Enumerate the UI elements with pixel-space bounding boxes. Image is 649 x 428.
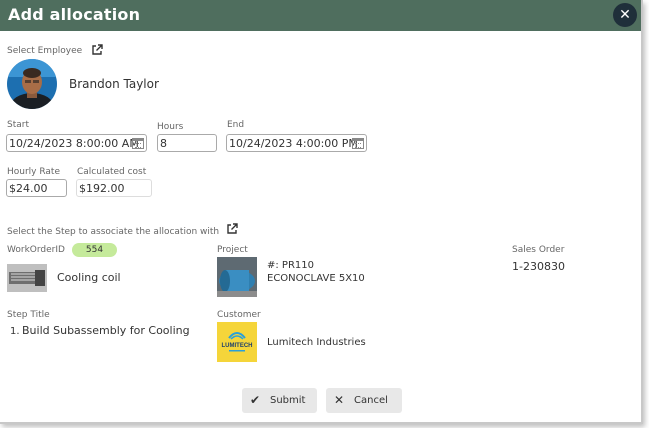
hours-label: Hours xyxy=(157,122,184,132)
external-link-icon[interactable] xyxy=(226,223,238,235)
submit-label: Submit xyxy=(270,395,306,406)
cancel-button[interactable]: ✕ Cancel xyxy=(326,388,402,413)
hourly-rate-value: $24.00 xyxy=(9,182,48,195)
work-order-label: WorkOrderID xyxy=(7,245,65,255)
employee-avatar xyxy=(7,59,57,109)
hourly-rate-input[interactable]: $24.00 xyxy=(6,179,67,197)
calendar-icon[interactable] xyxy=(132,138,144,149)
customer-label: Customer xyxy=(217,310,261,320)
calculated-cost-label: Calculated cost xyxy=(77,167,147,177)
step-title-value: Build Subassembly for Cooling xyxy=(22,324,190,337)
x-icon: ✕ xyxy=(334,393,345,407)
check-icon: ✔ xyxy=(250,393,261,407)
calculated-cost-field: $192.00 xyxy=(76,179,152,197)
end-label: End xyxy=(227,120,245,130)
start-datetime-input[interactable]: 10/24/2023 8:00:00 AM xyxy=(6,134,147,152)
close-icon: ✕ xyxy=(619,7,631,23)
project-thumbnail xyxy=(217,257,257,297)
dialog-title: Add allocation xyxy=(8,5,141,24)
select-employee-label: Select Employee xyxy=(7,46,83,56)
end-value: 10/24/2023 4:00:00 PM xyxy=(229,137,358,150)
project-number: #: PR110 xyxy=(267,260,314,271)
project-name: ECONOCLAVE 5X10 xyxy=(267,273,365,284)
close-button[interactable]: ✕ xyxy=(613,3,637,27)
customer-name: Lumitech Industries xyxy=(267,337,366,348)
hours-value: 8 xyxy=(160,137,167,150)
step-title-label: Step Title xyxy=(7,310,50,320)
add-allocation-dialog: Add allocation ✕ Select Employee Brandon… xyxy=(0,0,643,424)
step-section-label: Select the Step to associate the allocat… xyxy=(7,227,220,237)
sales-order-label: Sales Order xyxy=(512,245,565,255)
hours-input[interactable]: 8 xyxy=(157,134,217,152)
svg-text:LUMITECH: LUMITECH xyxy=(222,343,253,349)
calculated-cost-value: $192.00 xyxy=(79,182,125,195)
start-value: 10/24/2023 8:00:00 AM xyxy=(9,137,139,150)
project-label: Project xyxy=(217,245,248,255)
cancel-label: Cancel xyxy=(354,395,388,406)
customer-logo: LUMITECH xyxy=(217,322,257,362)
external-link-icon[interactable] xyxy=(91,44,103,56)
work-order-item: Cooling coil xyxy=(57,271,121,284)
submit-button[interactable]: ✔ Submit xyxy=(242,388,317,413)
hourly-rate-label: Hourly Rate xyxy=(7,167,61,177)
employee-name: Brandon Taylor xyxy=(69,77,159,91)
sales-order-value: 1-230830 xyxy=(512,260,565,273)
calendar-icon[interactable] xyxy=(352,138,364,149)
end-datetime-input[interactable]: 10/24/2023 4:00:00 PM xyxy=(226,134,367,152)
work-order-id-badge: 554 xyxy=(72,243,117,257)
dialog-titlebar: Add allocation ✕ xyxy=(0,0,641,31)
cooling-coil-thumbnail xyxy=(7,264,47,292)
start-label: Start xyxy=(7,120,29,130)
step-number: 1. xyxy=(10,326,20,337)
